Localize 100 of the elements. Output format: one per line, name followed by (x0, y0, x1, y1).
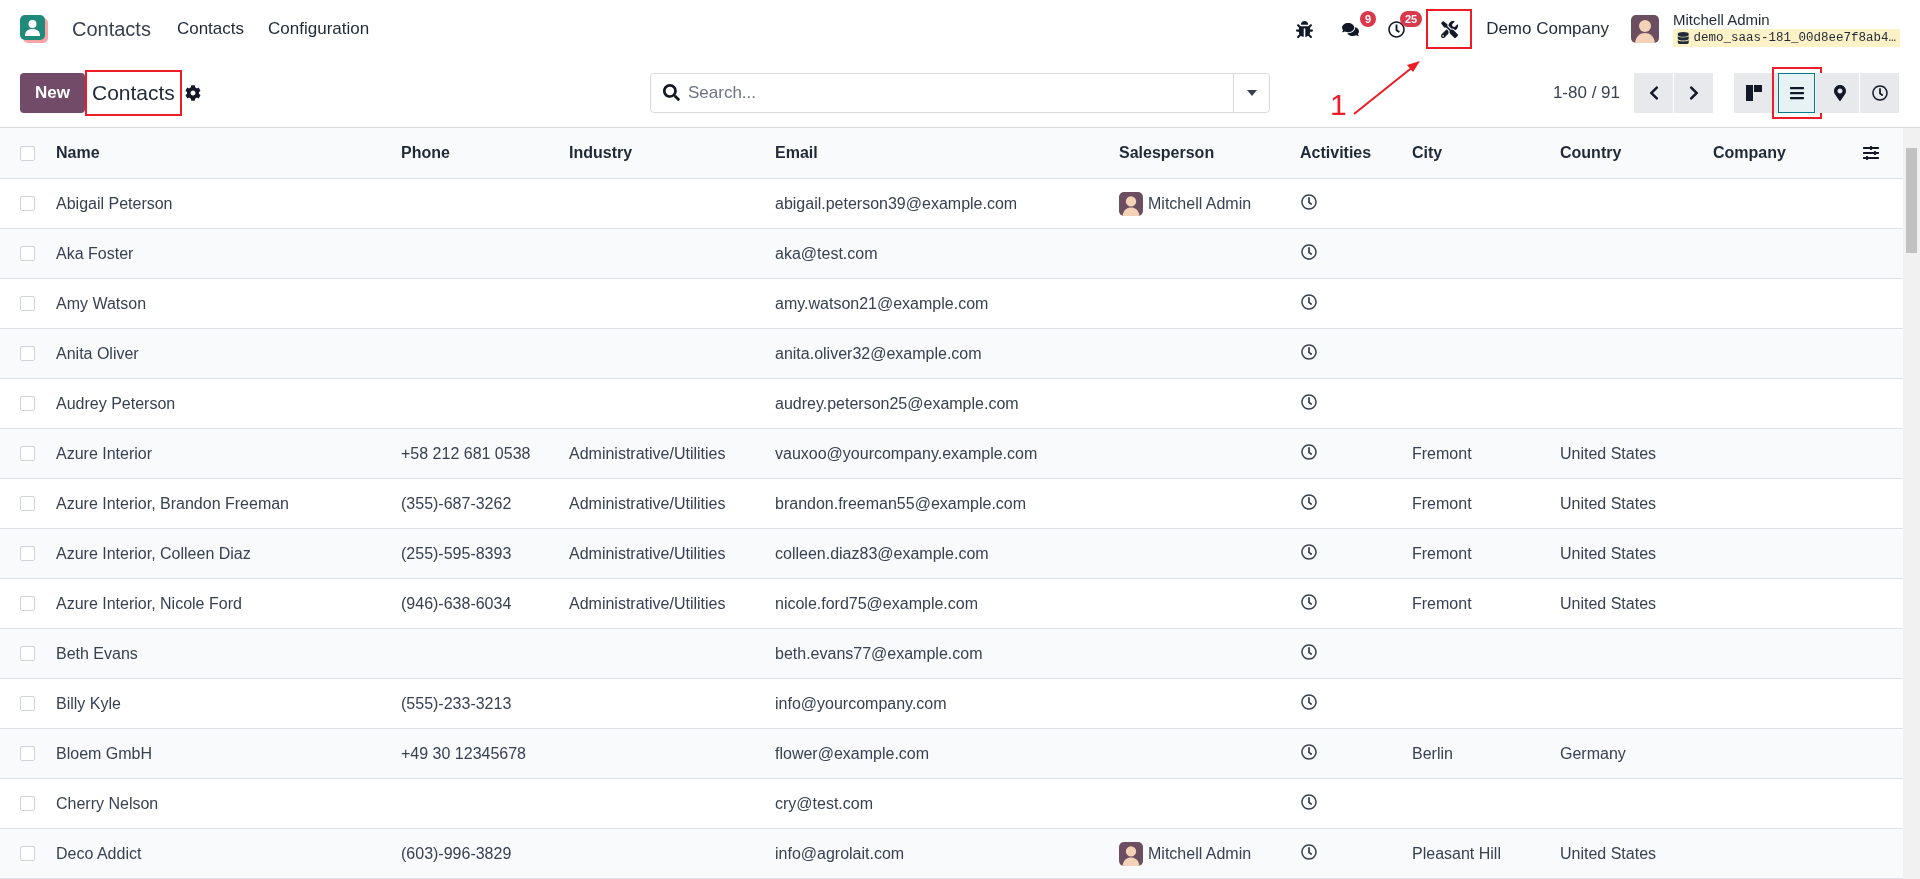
search-icon (663, 84, 680, 101)
table-cell-text: Fremont (1412, 494, 1473, 513)
table-cell-text: (555)-233-3213 (401, 694, 513, 713)
column-header[interactable]: Email (775, 144, 1119, 162)
table-cell-text: Cherry Nelson (56, 794, 160, 813)
table-cell-text: vauxoo@yourcompany.example.com (775, 444, 1039, 463)
table-cell-text: flower@example.com (775, 744, 931, 763)
clock-icon[interactable] (1301, 793, 1317, 810)
clock-icon (1387, 20, 1405, 38)
chat-icon (1341, 20, 1359, 38)
clock-icon[interactable] (1301, 393, 1317, 410)
clock-icon[interactable] (1301, 293, 1317, 310)
search-bar[interactable]: Search... (650, 72, 1270, 113)
callout-number: 1 (1330, 88, 1347, 122)
clock-icon[interactable] (1301, 843, 1317, 860)
clock-icon (1871, 84, 1888, 101)
table-cell-text: brandon.freeman55@example.com (775, 494, 1028, 513)
column-header[interactable]: Name (56, 144, 401, 162)
table-cell-text: Amy Watson (56, 294, 148, 313)
app-name[interactable]: Contacts (72, 17, 151, 41)
user-name[interactable]: Mitchell Admin (1672, 11, 1900, 28)
clock-icon[interactable] (1301, 443, 1317, 460)
clock-icon[interactable] (1301, 593, 1317, 610)
column-header[interactable]: Salesperson (1119, 144, 1300, 162)
avatar-icon (1119, 841, 1143, 866)
company-name[interactable]: Demo Company (1486, 19, 1609, 39)
clock-icon[interactable] (1301, 243, 1317, 260)
scrollbar-thumb[interactable] (1906, 148, 1917, 253)
table-cell-text: Germany (1560, 744, 1627, 763)
menu-item[interactable]: Configuration (268, 19, 370, 39)
kanban-icon (1745, 84, 1762, 101)
column-header[interactable]: Company (1713, 144, 1863, 162)
clock-icon[interactable] (1301, 193, 1317, 210)
count-badge: 25 (1399, 11, 1423, 27)
table-cell-text: Azure Interior, Nicole Ford (56, 594, 243, 613)
row-checkbox[interactable] (20, 846, 35, 861)
count-badge: 9 (1360, 11, 1377, 27)
sliders-icon[interactable] (1863, 145, 1879, 161)
column-header[interactable]: City (1412, 144, 1560, 162)
list-icon (1788, 84, 1805, 101)
column-header[interactable]: Country (1560, 144, 1713, 162)
table-cell-text: Aka Foster (56, 244, 135, 263)
table-cell-text: United States (1560, 594, 1658, 613)
bug-icon (1295, 20, 1313, 38)
column-header[interactable]: Activities (1300, 144, 1412, 162)
avatar-icon (1630, 15, 1659, 43)
row-checkbox[interactable] (20, 796, 35, 811)
previous-button[interactable] (1634, 72, 1674, 113)
arrow-annotation (1353, 61, 1420, 115)
row-checkbox[interactable] (20, 696, 35, 711)
clock-icon[interactable] (1301, 493, 1317, 510)
table-cell-text: Administrative/Utilities (569, 494, 727, 513)
view-switch-button[interactable] (1734, 72, 1774, 113)
new-button[interactable]: New (20, 72, 85, 113)
clock-icon[interactable] (1301, 543, 1317, 560)
row-checkbox[interactable] (20, 646, 35, 661)
table-cell-text: info@agrolait.com (775, 844, 906, 863)
app-logo[interactable] (20, 15, 48, 43)
row-checkbox[interactable] (20, 346, 35, 361)
table-cell-text: Pleasant Hill (1412, 844, 1502, 863)
row-checkbox[interactable] (20, 446, 35, 461)
breadcrumb: Contacts (84, 69, 182, 116)
clock-icon[interactable] (1301, 693, 1317, 710)
row-checkbox[interactable] (20, 296, 35, 311)
view-switch-button[interactable] (1820, 72, 1860, 113)
row-checkbox[interactable] (20, 396, 35, 411)
table-cell-text: info@yourcompany.com (775, 694, 948, 713)
table-cell: Mitchell Admin (1148, 194, 1252, 213)
select-all-checkbox[interactable] (20, 145, 35, 161)
row-checkbox[interactable] (20, 546, 35, 561)
table-cell-text: cry@test.com (775, 794, 875, 813)
table-cell-text: United States (1560, 494, 1658, 513)
table-cell-text: Beth Evans (56, 644, 139, 663)
clock-icon[interactable] (1301, 343, 1317, 360)
table-cell-text: +49 30 12345678 (401, 744, 527, 763)
avatar-icon (1119, 191, 1143, 216)
clock-icon[interactable] (1301, 743, 1317, 760)
scrollbar[interactable] (1903, 128, 1920, 879)
row-checkbox[interactable] (20, 246, 35, 261)
row-checkbox[interactable] (20, 196, 35, 211)
row-checkbox[interactable] (20, 746, 35, 761)
table-cell-text: Administrative/Utilities (569, 444, 727, 463)
table-cell: Mitchell Admin (1148, 844, 1252, 863)
table-cell-text: United States (1560, 544, 1658, 563)
row-checkbox[interactable] (20, 596, 35, 611)
highlighted-tray-button[interactable] (1426, 9, 1473, 49)
pager-label[interactable]: 1-80 / 91 (1552, 82, 1620, 103)
column-header[interactable]: Phone (401, 144, 569, 162)
table-cell-text: Fremont (1412, 544, 1473, 563)
row-checkbox[interactable] (20, 496, 35, 511)
table-cell-text: nicole.ford75@example.com (775, 594, 979, 613)
settings-icon[interactable] (184, 84, 201, 101)
menu-item[interactable]: Contacts (176, 19, 245, 39)
database-icon (1676, 31, 1690, 45)
table-cell-text: Bloem GmbH (56, 744, 154, 763)
clock-icon[interactable] (1301, 643, 1317, 660)
table-cell-text: (255)-595-8393 (401, 544, 513, 563)
table-cell-text: United States (1560, 844, 1658, 863)
column-header[interactable]: Industry (569, 144, 775, 162)
tools-icon (1440, 20, 1458, 38)
